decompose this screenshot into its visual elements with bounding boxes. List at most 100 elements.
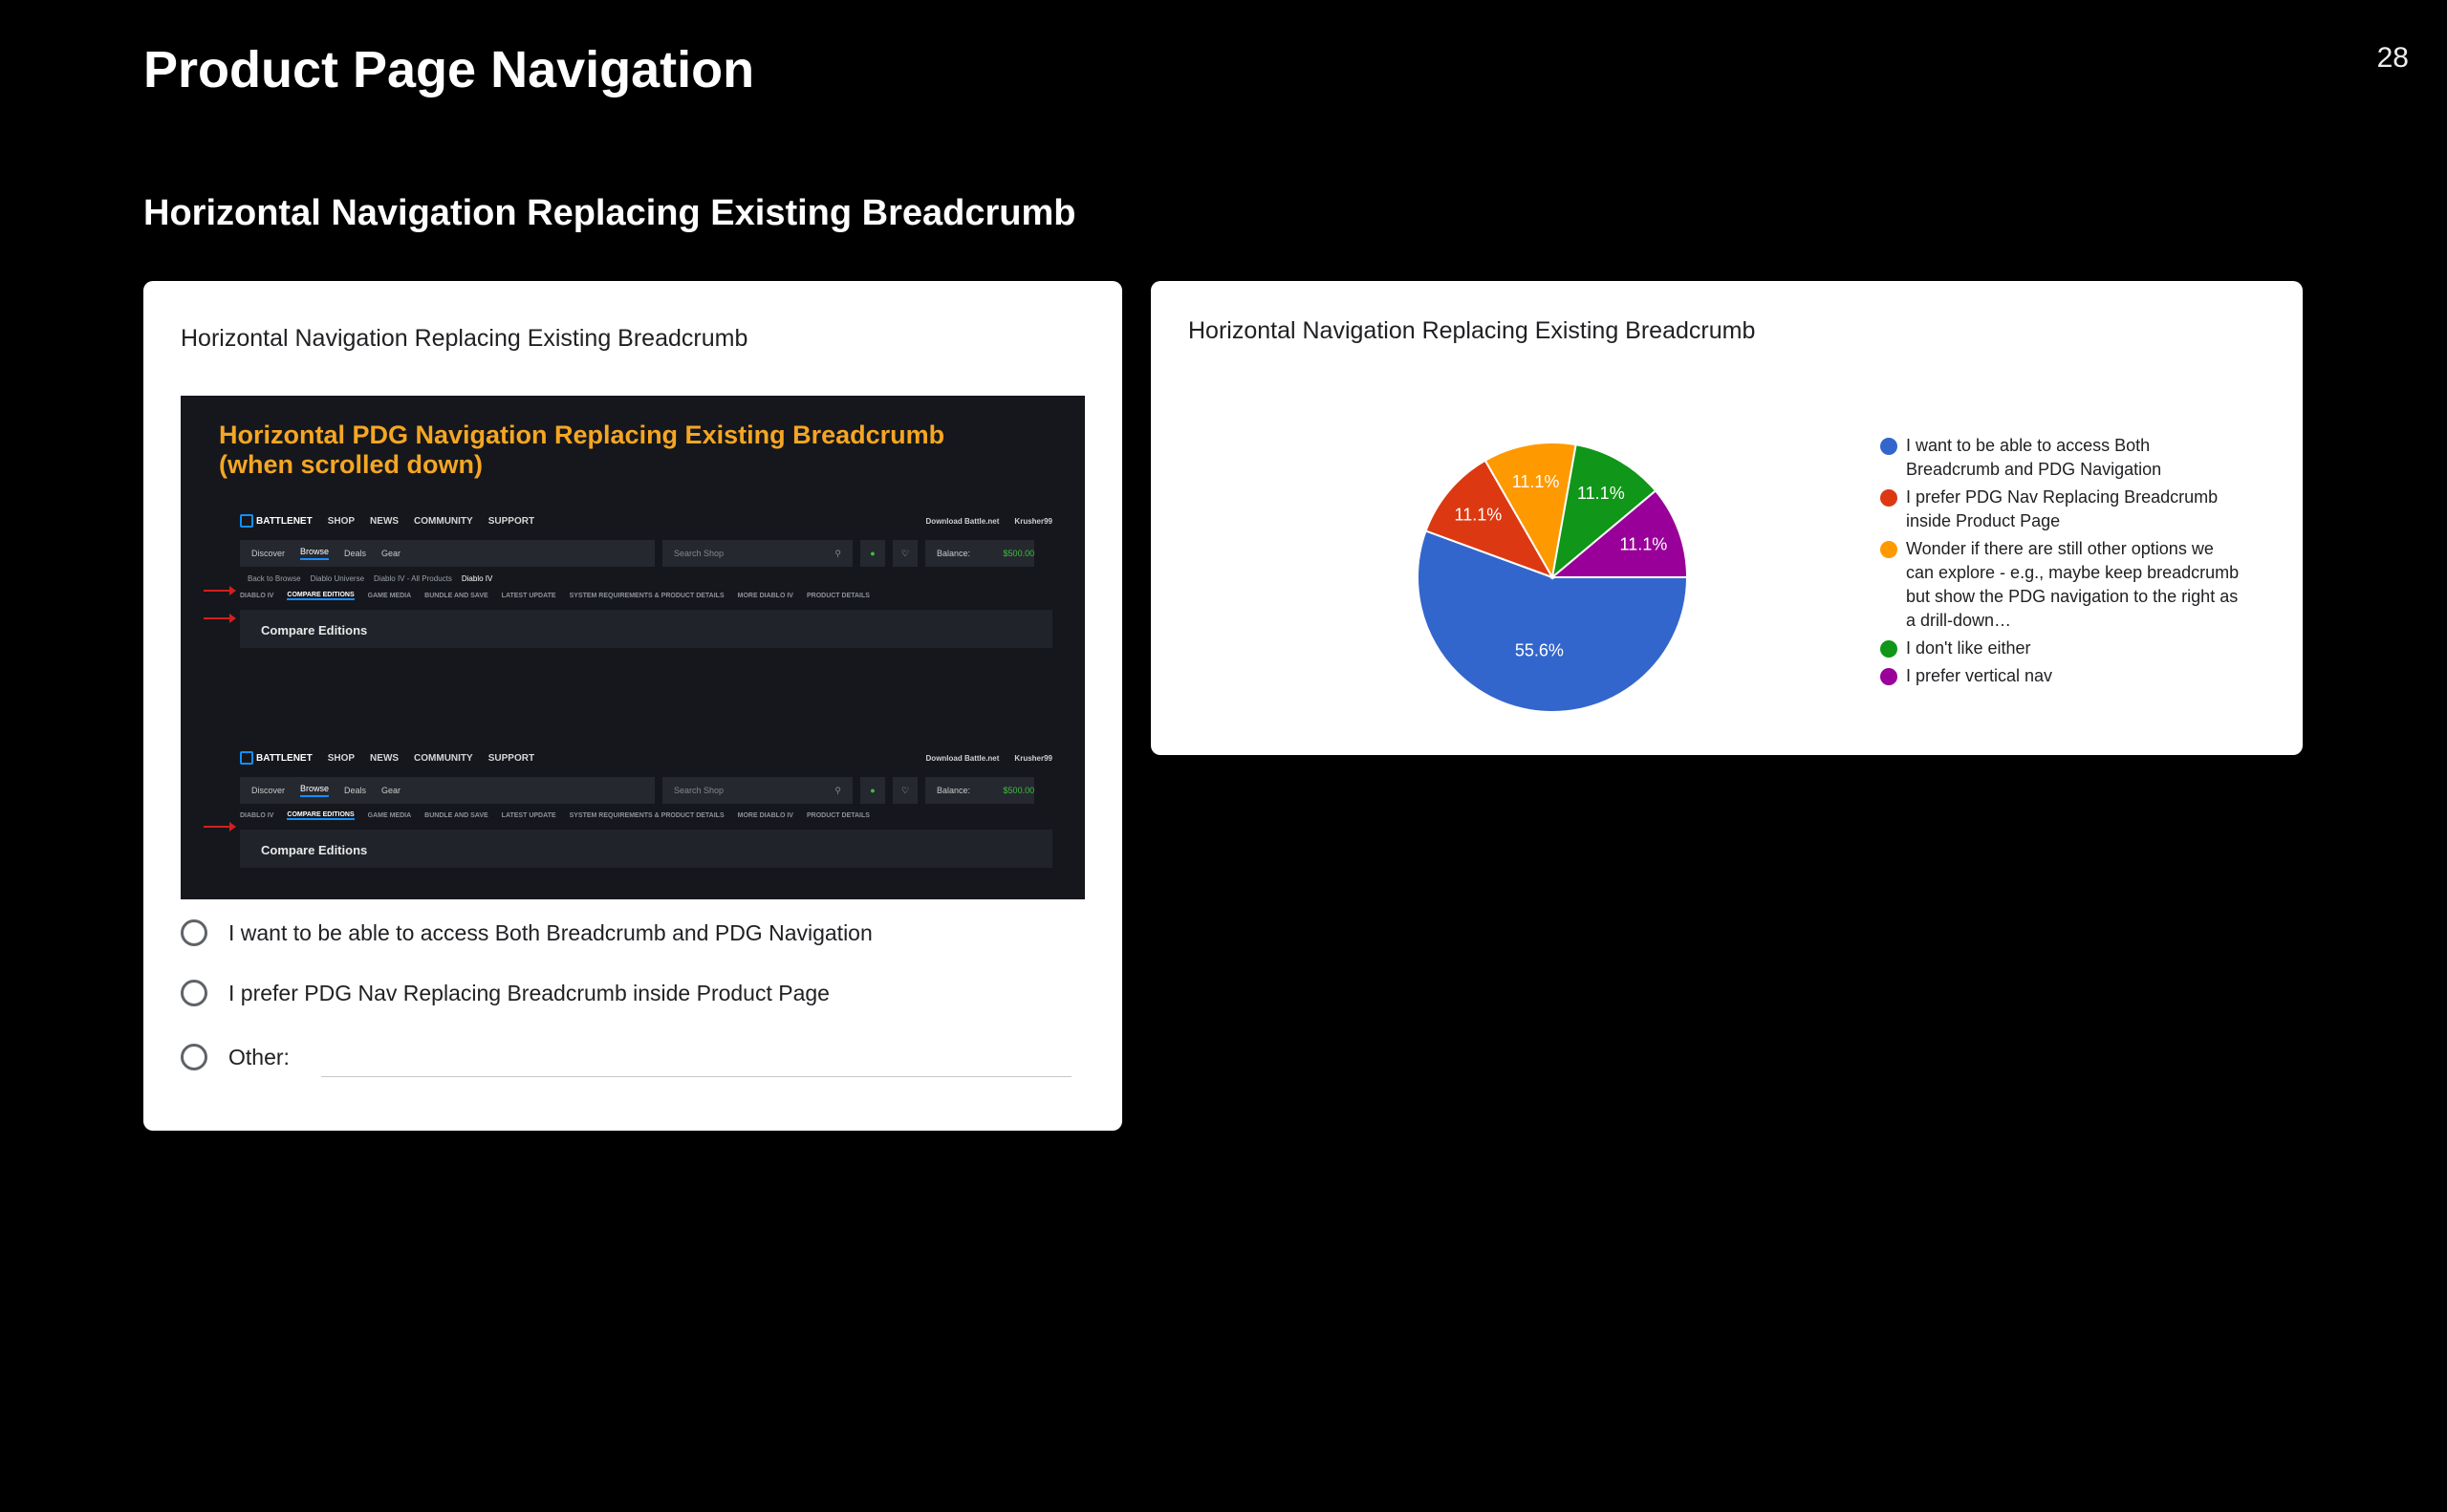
download-link: Download Battle.net [925, 753, 1000, 763]
battlenet-logo: BATTLENET [240, 514, 313, 528]
nav-item-community: COMMUNITY [414, 515, 473, 527]
breadcrumb-universe: Diablo Universe [310, 573, 365, 583]
mockup-header-pdg-only: BATTLENET SHOP NEWS COMMUNITY SUPPORT Do… [240, 747, 1052, 868]
search-placeholder: Search Shop [674, 786, 725, 795]
breadcrumb-current: Diablo IV [461, 573, 493, 583]
subnav-gear: Gear [381, 549, 401, 558]
subnav-deals: Deals [344, 549, 367, 558]
nav-item-community: COMMUNITY [414, 752, 473, 764]
page-number: 28 [2376, 42, 2409, 74]
pdg-tab-diablo: DIABLO IV [240, 811, 274, 819]
mockup-header-with-breadcrumb: BATTLENET SHOP NEWS COMMUNITY SUPPORT Do… [240, 510, 1052, 648]
legend-item: I prefer vertical nav [1880, 664, 2243, 688]
search-placeholder: Search Shop [674, 549, 725, 558]
radio-button[interactable] [181, 1044, 207, 1070]
mockup-sub-nav: Discover Browse Deals Gear Search Shop ⚲ … [240, 776, 1052, 805]
legend-dot-icon [1880, 489, 1897, 507]
pdg-tab-requirements: SYSTEM REQUIREMENTS & PRODUCT DETAILS [569, 811, 725, 819]
nav-item-news: NEWS [370, 752, 400, 764]
mockup-pdg-tabs: DIABLO IV COMPARE EDITIONS GAME MEDIA BU… [240, 587, 1052, 604]
radio-button[interactable] [181, 980, 207, 1006]
subnav-browse: Browse [300, 784, 330, 797]
legend-item: I prefer PDG Nav Replacing Breadcrumb in… [1880, 486, 2243, 533]
pie-slice-label: 11.1% [1620, 534, 1668, 553]
option-other[interactable]: Other: [181, 1044, 290, 1070]
nav-item-shop: SHOP [327, 752, 356, 764]
heart-icon: ♡ [900, 548, 910, 558]
battlenet-logo-icon [240, 751, 253, 765]
pdg-tab-bundle: BUNDLE AND SAVE [424, 811, 488, 819]
survey-card: Horizontal Navigation Replacing Existing… [143, 281, 1122, 1131]
bell-icon: ● [870, 549, 876, 558]
pdg-tab-more: MORE DIABLO IV [737, 811, 793, 819]
option-pdg-replace[interactable]: I prefer PDG Nav Replacing Breadcrumb in… [181, 980, 830, 1006]
option-other-label: Other: [228, 1044, 290, 1069]
legend-label: I prefer vertical nav [1906, 666, 2053, 685]
pdg-tab-more: MORE DIABLO IV [737, 592, 793, 599]
legend-label: I prefer PDG Nav Replacing Breadcrumb in… [1906, 487, 2219, 530]
red-arrow-icon [204, 614, 236, 623]
radio-button[interactable] [181, 919, 207, 946]
pie-slice-label: 11.1% [1577, 484, 1625, 503]
option-pdg-replace-label: I prefer PDG Nav Replacing Breadcrumb in… [228, 980, 830, 1005]
search-icon: ⚲ [834, 785, 841, 795]
legend-label: I don't like either [1906, 638, 2031, 658]
section-subtitle: Horizontal Navigation Replacing Existing… [143, 193, 1076, 233]
legend-item: Wonder if there are still other options … [1880, 537, 2243, 633]
legend-dot-icon [1880, 438, 1897, 455]
nav-item-support: SUPPORT [487, 752, 535, 764]
legend-dot-icon [1880, 668, 1897, 685]
option-both[interactable]: I want to be able to access Both Breadcr… [181, 919, 873, 946]
nav-item-news: NEWS [370, 515, 400, 527]
mockup-sub-nav: Discover Browse Deals Gear Search Shop ⚲ … [240, 539, 1052, 568]
mockup-compare-section: Compare Editions [240, 610, 1052, 648]
pdg-tab-compare: COMPARE EDITIONS [287, 810, 355, 820]
balance-label: Balance: [937, 786, 971, 795]
other-text-input[interactable] [321, 1076, 1072, 1077]
mockup-heading-line1: Horizontal PDG Navigation Replacing Exis… [219, 421, 945, 449]
survey-question-title: Horizontal Navigation Replacing Existing… [181, 325, 748, 352]
pie-chart: 55.6% 11.1% 11.1% 11.1% 11.1% [1417, 442, 1689, 713]
subnav-browse: Browse [300, 547, 330, 560]
pdg-tab-compare: COMPARE EDITIONS [287, 591, 355, 600]
legend-label: I want to be able to access Both Breadcr… [1906, 436, 2162, 479]
pie-slice-label: 11.1% [1455, 506, 1503, 525]
balance-label: Balance: [937, 549, 971, 558]
pdg-tab-media: GAME MEDIA [367, 811, 412, 819]
subnav-gear: Gear [381, 786, 401, 795]
legend-dot-icon [1880, 640, 1897, 658]
nav-item-shop: SHOP [327, 515, 356, 527]
pie-slice-label: 55.6% [1515, 640, 1564, 659]
mockup-pdg-tabs: DIABLO IV COMPARE EDITIONS GAME MEDIA BU… [240, 807, 1052, 824]
mockup-screenshot: Horizontal PDG Navigation Replacing Exis… [181, 396, 1085, 899]
user-name: Krusher99 [1014, 516, 1052, 526]
pdg-tab-media: GAME MEDIA [367, 592, 412, 599]
pdg-tab-requirements: SYSTEM REQUIREMENTS & PRODUCT DETAILS [569, 592, 725, 599]
mockup-heading: Horizontal PDG Navigation Replacing Exis… [219, 421, 944, 480]
pdg-tab-details: PRODUCT DETAILS [806, 811, 870, 819]
download-link: Download Battle.net [925, 516, 1000, 526]
mockup-compare-section: Compare Editions [240, 830, 1052, 868]
legend-item: I don't like either [1880, 637, 2243, 660]
pdg-tab-diablo: DIABLO IV [240, 592, 274, 599]
subnav-discover: Discover [251, 786, 286, 795]
subnav-deals: Deals [344, 786, 367, 795]
pdg-tab-details: PRODUCT DETAILS [806, 592, 870, 599]
red-arrow-icon [204, 586, 236, 595]
mockup-breadcrumb: Back to Browse Diablo Universe Diablo IV… [240, 570, 1052, 587]
legend-label: Wonder if there are still other options … [1906, 539, 2240, 630]
breadcrumb-all-products: Diablo IV - All Products [374, 573, 452, 583]
red-arrow-icon [204, 822, 236, 832]
mockup-heading-line2: (when scrolled down) [219, 450, 484, 479]
balance-value: $500.00 [1003, 786, 1035, 795]
search-icon: ⚲ [834, 548, 841, 558]
subnav-discover: Discover [251, 549, 286, 558]
results-title: Horizontal Navigation Replacing Existing… [1188, 317, 1756, 344]
mockup-top-nav: BATTLENET SHOP NEWS COMMUNITY SUPPORT Do… [240, 510, 1052, 531]
battlenet-logo: BATTLENET [240, 751, 313, 765]
breadcrumb-back: Back to Browse [248, 573, 301, 583]
pdg-tab-update: LATEST UPDATE [501, 811, 556, 819]
balance-value: $500.00 [1003, 549, 1035, 558]
heart-icon: ♡ [900, 785, 910, 795]
chart-legend: I want to be able to access Both Breadcr… [1880, 434, 2243, 692]
